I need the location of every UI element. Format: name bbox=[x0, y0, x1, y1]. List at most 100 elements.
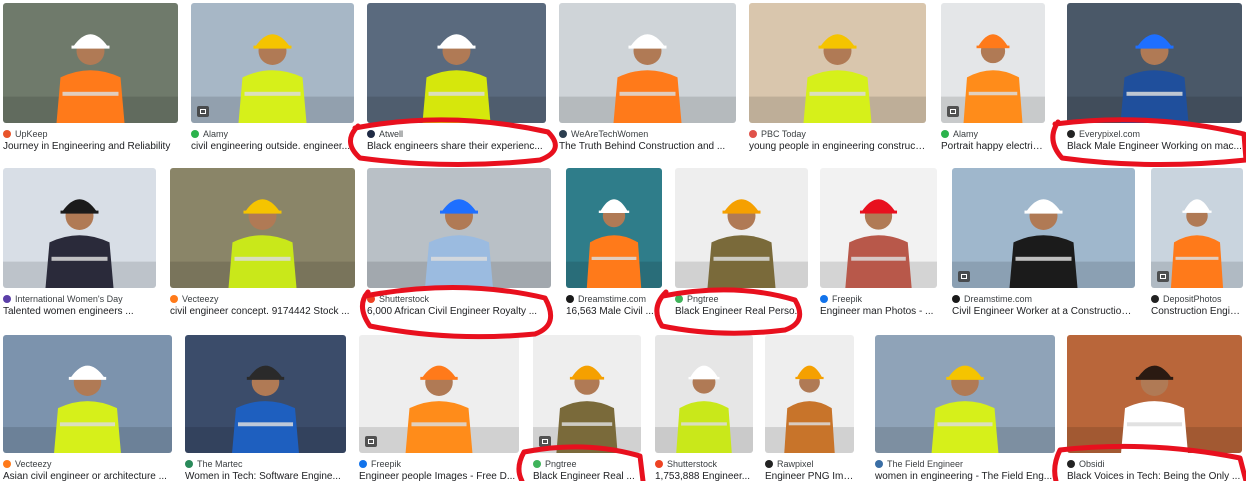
result-source[interactable]: The Field Engineer bbox=[875, 457, 1055, 471]
result-caption[interactable]: 1,753,888 Engineer... bbox=[655, 471, 753, 482]
result-source[interactable]: International Women's Day bbox=[3, 292, 156, 306]
result-thumbnail[interactable] bbox=[559, 3, 736, 123]
result-caption[interactable]: civil engineering outside. engineer... bbox=[191, 141, 354, 152]
result-source[interactable]: PBC Today bbox=[749, 127, 926, 141]
result-source[interactable]: Pngtree bbox=[533, 457, 641, 471]
result-caption[interactable]: Black Male Engineer Working on mac... bbox=[1067, 141, 1242, 152]
source-name: Shutterstock bbox=[379, 294, 430, 304]
result-caption[interactable]: Civil Engineer Worker at a Construction.… bbox=[952, 306, 1135, 317]
source-name: The Martec bbox=[197, 459, 243, 469]
worker-body bbox=[613, 70, 682, 123]
hard-hat-brim bbox=[628, 45, 667, 49]
result-thumbnail[interactable] bbox=[1151, 168, 1243, 288]
result-thumbnail[interactable] bbox=[170, 168, 355, 288]
result-caption[interactable]: Engineer PNG Ima... bbox=[765, 471, 854, 482]
site-favicon-icon bbox=[185, 460, 193, 468]
hard-hat-brim bbox=[722, 210, 761, 214]
result-source[interactable]: The Martec bbox=[185, 457, 346, 471]
hard-hat-brim bbox=[976, 45, 1010, 49]
worker-body bbox=[586, 235, 642, 288]
hard-hat-brim bbox=[818, 45, 857, 49]
site-favicon-icon bbox=[1067, 460, 1075, 468]
result-source[interactable]: Shutterstock bbox=[655, 457, 753, 471]
worker-body bbox=[707, 235, 776, 288]
source-name: PBC Today bbox=[761, 129, 806, 139]
result-thumbnail[interactable] bbox=[3, 168, 156, 288]
result-source[interactable]: Dreamstime.com bbox=[566, 292, 662, 306]
result-caption[interactable]: Portrait happy electrica... bbox=[941, 141, 1045, 152]
hard-hat-brim bbox=[437, 45, 476, 49]
site-favicon-icon bbox=[566, 295, 574, 303]
result-source[interactable]: Pngtree bbox=[675, 292, 808, 306]
result-source[interactable]: Alamy bbox=[191, 127, 354, 141]
result-source[interactable]: DepositPhotos bbox=[1151, 292, 1243, 306]
worker-body bbox=[1121, 401, 1188, 453]
worker-body bbox=[784, 401, 835, 453]
result-caption[interactable]: Black Engineer Real Perso... bbox=[675, 306, 808, 317]
result-thumbnail[interactable] bbox=[566, 168, 662, 288]
worker-body bbox=[54, 401, 121, 453]
result-caption[interactable]: Construction Engin... bbox=[1151, 306, 1243, 317]
result-caption[interactable]: 6,000 African Civil Engineer Royalty ... bbox=[367, 306, 551, 317]
result-thumbnail[interactable] bbox=[367, 3, 546, 123]
result-thumbnail[interactable] bbox=[359, 335, 519, 453]
site-favicon-icon bbox=[941, 130, 949, 138]
result-caption[interactable]: civil engineer concept. 9174442 Stock ..… bbox=[170, 306, 355, 317]
result-caption[interactable]: Asian civil engineer or architecture ... bbox=[3, 471, 172, 482]
result-thumbnail[interactable] bbox=[185, 335, 346, 453]
result-source[interactable]: Atwell bbox=[367, 127, 546, 141]
result-thumbnail[interactable] bbox=[820, 168, 937, 288]
result-source[interactable]: Shutterstock bbox=[367, 292, 551, 306]
result-source[interactable]: Freepik bbox=[359, 457, 519, 471]
result-caption[interactable]: 16,563 Male Civil ... bbox=[566, 306, 662, 317]
vest-stripe bbox=[968, 91, 1018, 96]
source-name: WeAreTechWomen bbox=[571, 129, 649, 139]
result-caption[interactable]: women in engineering - The Field Eng... bbox=[875, 471, 1055, 482]
source-name: International Women's Day bbox=[15, 294, 123, 304]
result-caption[interactable]: Journey in Engineering and Reliability bbox=[3, 141, 178, 152]
result-thumbnail[interactable] bbox=[533, 335, 641, 453]
result-thumbnail[interactable] bbox=[1067, 3, 1242, 123]
site-favicon-icon bbox=[820, 295, 828, 303]
result-caption[interactable]: Engineer people Images - Free D... bbox=[359, 471, 519, 482]
result-caption[interactable]: Engineer man Photos - ... bbox=[820, 306, 937, 317]
result-source[interactable]: Vecteezy bbox=[3, 457, 172, 471]
result-thumbnail[interactable] bbox=[367, 168, 551, 288]
image-badge-icon bbox=[947, 106, 959, 117]
result-source[interactable]: Vecteezy bbox=[170, 292, 355, 306]
result-caption[interactable]: The Truth Behind Construction and ... bbox=[559, 141, 736, 152]
result-source[interactable]: WeAreTechWomen bbox=[559, 127, 736, 141]
source-name: Everypixel.com bbox=[1079, 129, 1141, 139]
result-thumbnail[interactable] bbox=[191, 3, 354, 123]
result-source[interactable]: Rawpixel bbox=[765, 457, 854, 471]
worker-body bbox=[405, 401, 473, 453]
result-caption[interactable]: Talented women engineers ... bbox=[3, 306, 156, 317]
result-source[interactable]: Everypixel.com bbox=[1067, 127, 1242, 141]
site-favicon-icon bbox=[1067, 130, 1075, 138]
result-source[interactable]: Obsidi bbox=[1067, 457, 1242, 471]
result-caption[interactable]: Black engineers share their experienc... bbox=[367, 141, 546, 152]
result-thumbnail[interactable] bbox=[941, 3, 1045, 123]
result-source[interactable]: Alamy bbox=[941, 127, 1045, 141]
result-caption[interactable]: Black Engineer Real ... bbox=[533, 471, 641, 482]
result-caption[interactable]: Women in Tech: Software Engine... bbox=[185, 471, 346, 482]
result-thumbnail[interactable] bbox=[952, 168, 1135, 288]
result-source[interactable]: Freepik bbox=[820, 292, 937, 306]
result-source[interactable]: Dreamstime.com bbox=[952, 292, 1135, 306]
result-thumbnail[interactable] bbox=[655, 335, 753, 453]
result-source[interactable]: UpKeep bbox=[3, 127, 178, 141]
result-thumbnail[interactable] bbox=[1067, 335, 1242, 453]
result-thumbnail[interactable] bbox=[765, 335, 854, 453]
vest-stripe bbox=[51, 256, 108, 261]
vest-stripe bbox=[937, 422, 993, 427]
result-thumbnail[interactable] bbox=[749, 3, 926, 123]
result-thumbnail[interactable] bbox=[3, 3, 178, 123]
result-thumbnail[interactable] bbox=[875, 335, 1055, 453]
source-name: Shutterstock bbox=[667, 459, 718, 469]
result-caption[interactable]: young people in engineering construct... bbox=[749, 141, 926, 152]
result-thumbnail[interactable] bbox=[675, 168, 808, 288]
result-thumbnail[interactable] bbox=[3, 335, 172, 453]
hard-hat-brim bbox=[243, 210, 282, 214]
vest-stripe bbox=[851, 256, 906, 261]
result-caption[interactable]: Black Voices in Tech: Being the Only ... bbox=[1067, 471, 1242, 482]
